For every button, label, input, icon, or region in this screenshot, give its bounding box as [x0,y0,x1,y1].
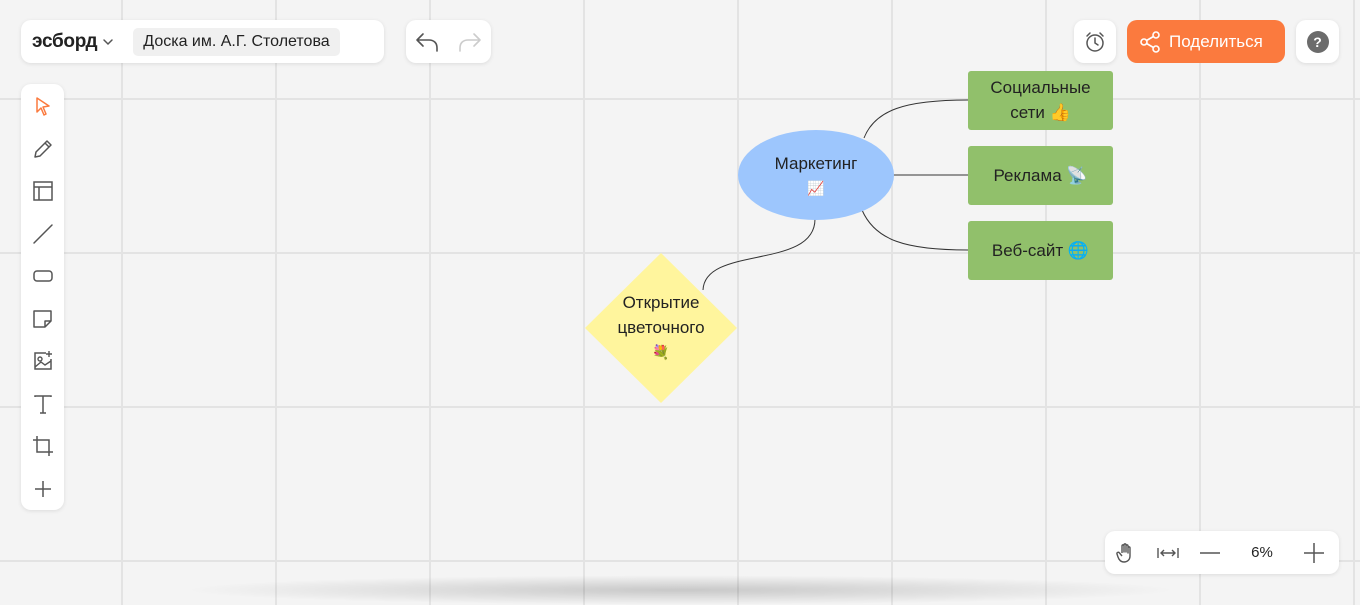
tool-text[interactable] [21,383,64,426]
branch-ads-label: Реклама 📡 [993,166,1088,185]
branch-node-ads[interactable]: Реклама 📡 [968,146,1113,205]
fit-width-icon [1157,547,1179,558]
branch-website-label: Веб-сайт 🌐 [991,241,1090,260]
branch-social-line1: Социальные [990,78,1091,97]
tool-frame[interactable] [21,170,64,213]
tool-select[interactable] [21,85,64,128]
tool-crop[interactable] [21,425,64,468]
line-icon [32,224,53,244]
connector-website [861,209,969,251]
zoom-in-icon [1304,542,1324,563]
board-header: эсборд Доска им. А.Г. Столетова [21,20,384,63]
shape-icon [32,270,53,282]
center-node[interactable]: Маркетинг 📈 [738,151,894,201]
diamond-node-label-1: Открытие [622,293,700,312]
hand-icon [1116,542,1131,563]
timer-icon [1086,31,1104,52]
crop-icon [32,436,53,457]
select-icon [35,97,50,116]
tool-line[interactable] [21,213,64,256]
diamond-node-label-2: цветочного [617,318,705,337]
branch-social-line2: сети 👍 [1010,103,1071,122]
chevron-down-icon [103,38,114,45]
undo-button[interactable] [414,31,440,53]
tool-image[interactable] [21,340,64,383]
help-icon: ? [1306,30,1329,53]
pen-icon [33,140,52,158]
zoom-level[interactable]: 6% [1231,544,1293,561]
tool-pen[interactable] [21,128,64,171]
connector-diamond [702,218,816,291]
share-button[interactable]: Поделиться [1127,20,1285,63]
bouquet-emoji-icon: 💐 [652,344,670,360]
zoom-controls: 6% [1105,531,1339,574]
tool-more[interactable] [21,468,64,511]
branch-node-social[interactable]: Социальные сети 👍 [968,71,1113,130]
redo-icon [458,32,481,52]
timer-button[interactable] [1074,20,1116,63]
diamond-node[interactable]: Открытие цветочного 💐 [586,290,736,365]
frame-icon [32,181,53,201]
bottom-scroll-shadow [180,575,1180,605]
help-button[interactable]: ? [1296,20,1339,63]
redo-button[interactable] [457,31,483,53]
share-button-label: Поделиться [1169,31,1263,51]
fit-width-button[interactable] [1147,531,1189,574]
zoom-out-button[interactable] [1189,531,1231,574]
board-menu-button[interactable]: эсборд [32,31,114,53]
sticky-note-icon [32,310,52,328]
tool-shape[interactable] [21,255,64,298]
undo-icon [416,32,439,52]
center-node-label: Маркетинг [774,154,858,173]
plus-icon [34,480,51,497]
logo-text: эсборд [32,30,98,52]
tools-toolbar [21,84,64,510]
image-icon [33,351,52,370]
text-icon [33,395,52,414]
zoom-out-icon [1200,551,1220,554]
share-icon [1140,30,1160,53]
zoom-in-button[interactable] [1293,531,1335,574]
board-title[interactable]: Доска им. А.Г. Столетова [133,27,340,56]
connector-social [863,99,969,139]
branch-node-website[interactable]: Веб-сайт 🌐 [968,221,1113,280]
hand-tool-button[interactable] [1105,531,1147,574]
history-panel [406,20,491,63]
tool-sticky[interactable] [21,298,64,341]
chart-emoji-icon: 📈 [807,180,825,196]
